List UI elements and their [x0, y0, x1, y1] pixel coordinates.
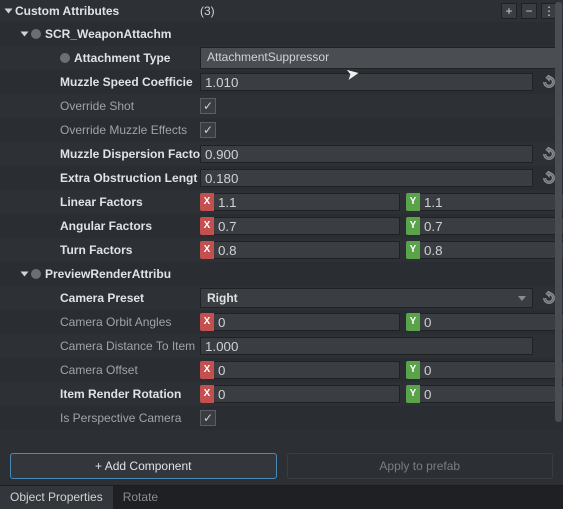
angular-y-input[interactable]: [420, 217, 563, 235]
override-shot-checkbox[interactable]: ✓: [200, 98, 216, 114]
turn-x-input[interactable]: [214, 241, 400, 259]
is-perspective-label: Is Perspective Camera: [60, 411, 181, 425]
orbit-x-input[interactable]: [214, 313, 400, 331]
camera-distance-label: Camera Distance To Item: [60, 339, 195, 353]
scrollbar[interactable]: [555, 0, 562, 430]
component-name[interactable]: SCR_WeaponAttachm: [45, 27, 171, 41]
angular-factors-label: Angular Factors: [60, 219, 152, 233]
linear-x-input[interactable]: [214, 193, 400, 211]
linear-y-input[interactable]: [420, 193, 563, 211]
rotation-x-input[interactable]: [214, 385, 400, 403]
turn-factors-label: Turn Factors: [60, 243, 132, 257]
tab-object-properties[interactable]: Object Properties: [0, 486, 113, 509]
component-name[interactable]: PreviewRenderAttribu: [45, 267, 171, 281]
bullet-icon: [31, 269, 41, 279]
muzzle-speed-label: Muzzle Speed Coefficie: [60, 75, 193, 89]
camera-offset-label: Camera Offset: [60, 363, 138, 377]
y-tag-icon: Y: [406, 241, 420, 259]
linear-factors-vector: X Y Z: [200, 193, 563, 211]
muzzle-dispersion-label: Muzzle Dispersion Facto: [60, 147, 200, 161]
camera-preset-value: Right: [207, 291, 238, 305]
x-tag-icon: X: [200, 217, 214, 235]
y-tag-icon: Y: [406, 313, 420, 331]
scrollbar-thumb[interactable]: [555, 2, 562, 422]
add-attribute-button[interactable]: +: [501, 3, 517, 19]
y-tag-icon: Y: [406, 193, 420, 211]
bullet-icon: [31, 29, 41, 39]
item-render-rotation-vector: X Y Z: [200, 385, 563, 403]
camera-preset-label: Camera Preset: [60, 291, 144, 305]
extra-obstruction-input[interactable]: [200, 169, 533, 187]
angular-factors-vector: X Y Z: [200, 217, 563, 235]
offset-y-input[interactable]: [420, 361, 563, 379]
rotation-y-input[interactable]: [420, 385, 563, 403]
x-tag-icon: X: [200, 385, 214, 403]
attachment-type-label: Attachment Type: [74, 51, 170, 65]
bullet-icon: [60, 53, 70, 63]
orbit-y-input[interactable]: [420, 313, 563, 331]
muzzle-dispersion-input[interactable]: [200, 145, 533, 163]
remove-attribute-button[interactable]: −: [521, 3, 537, 19]
camera-offset-vector: X Y Z: [200, 361, 563, 379]
is-perspective-checkbox[interactable]: ✓: [200, 410, 216, 426]
extra-obstruction-label: Extra Obstruction Lengt: [60, 171, 197, 185]
expand-icon[interactable]: [21, 31, 29, 36]
expand-icon[interactable]: [21, 271, 29, 276]
chevron-down-icon: [518, 296, 526, 301]
offset-x-input[interactable]: [214, 361, 400, 379]
expand-icon[interactable]: [5, 8, 13, 13]
angular-x-input[interactable]: [214, 217, 400, 235]
y-tag-icon: Y: [406, 217, 420, 235]
custom-attributes-count: (3): [200, 4, 215, 18]
x-tag-icon: X: [200, 193, 214, 211]
apply-to-prefab-button[interactable]: Apply to prefab: [287, 453, 554, 479]
camera-orbit-label: Camera Orbit Angles: [60, 315, 171, 329]
add-component-button[interactable]: + Add Component: [10, 453, 277, 479]
x-tag-icon: X: [200, 313, 214, 331]
override-shot-label: Override Shot: [60, 99, 134, 113]
y-tag-icon: Y: [406, 361, 420, 379]
override-muzzle-label: Override Muzzle Effects: [60, 123, 187, 137]
linear-factors-label: Linear Factors: [60, 195, 143, 209]
turn-factors-vector: X Y Z: [200, 241, 563, 259]
tab-rotate[interactable]: Rotate: [113, 486, 168, 509]
custom-attributes-header[interactable]: Custom Attributes: [15, 4, 119, 18]
camera-preset-dropdown[interactable]: Right: [200, 288, 533, 308]
camera-orbit-vector: X Y Z: [200, 313, 563, 331]
attachment-type-field[interactable]: AttachmentSuppressor: [200, 47, 557, 69]
x-tag-icon: X: [200, 361, 214, 379]
muzzle-speed-input[interactable]: [200, 73, 533, 91]
x-tag-icon: X: [200, 241, 214, 259]
turn-y-input[interactable]: [420, 241, 563, 259]
camera-distance-input[interactable]: [200, 337, 533, 355]
y-tag-icon: Y: [406, 385, 420, 403]
override-muzzle-checkbox[interactable]: ✓: [200, 122, 216, 138]
item-render-rotation-label: Item Render Rotation: [60, 387, 181, 401]
